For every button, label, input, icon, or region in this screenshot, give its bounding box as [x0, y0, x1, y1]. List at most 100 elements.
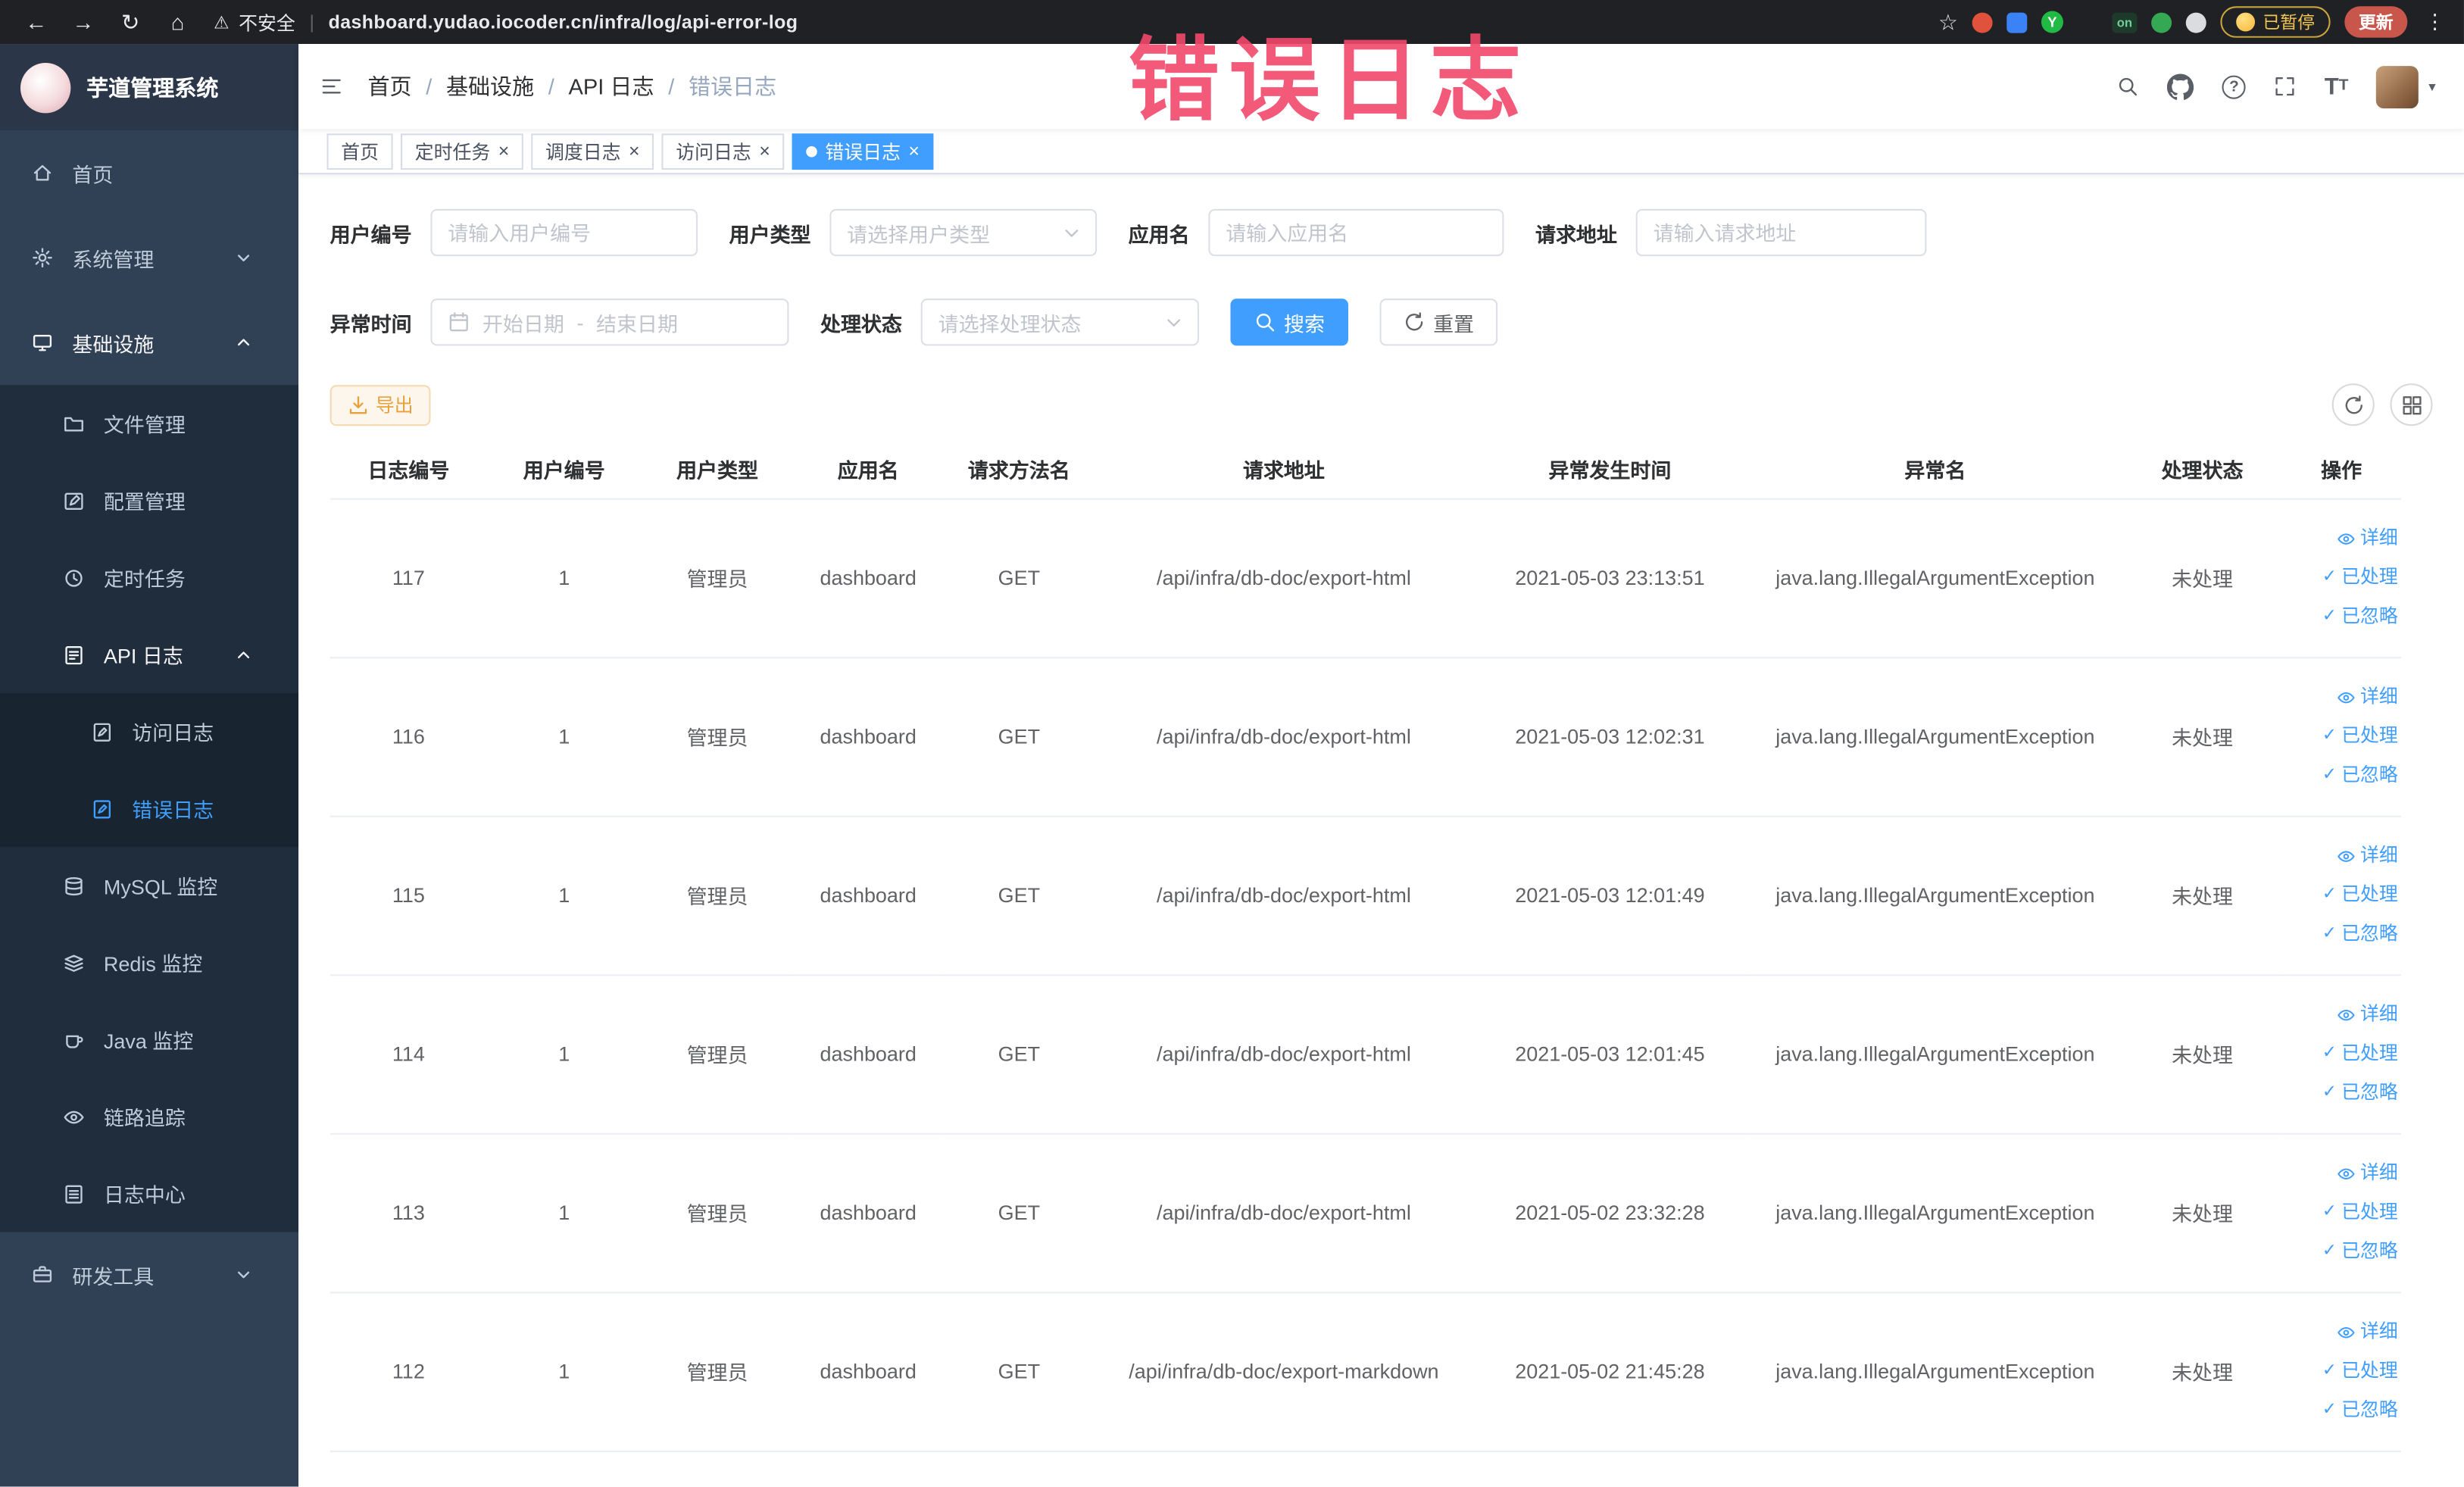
sidebar-item-home[interactable]: 首页 — [0, 130, 298, 215]
chevron-down-icon — [238, 255, 250, 262]
processed-link[interactable]: ✓ 已处理 — [2281, 717, 2398, 756]
ignored-link[interactable]: ✓ 已忽略 — [2281, 914, 2398, 954]
cell-app-name: dashboard — [793, 657, 943, 817]
cell-user-type: 管理员 — [641, 815, 794, 976]
sidebar-item-api-log[interactable]: API 日志 — [0, 616, 298, 693]
api-log-submenu: 访问日志 错误日志 — [0, 692, 299, 848]
sidebar-item-trace[interactable]: 链路追踪 — [0, 1078, 298, 1155]
close-icon[interactable]: × — [629, 142, 640, 161]
tab-home[interactable]: 首页 — [326, 133, 393, 170]
tab-access-log[interactable]: 访问日志 × — [661, 133, 785, 170]
app-name-label: 应用名 — [1128, 222, 1190, 246]
security-label: 不安全 — [239, 11, 295, 34]
sidebar-toggle-icon[interactable] — [320, 76, 342, 98]
ignored-link[interactable]: ✓ 已忽略 — [2281, 756, 2398, 795]
ignored-link[interactable]: ✓ 已忽略 — [2281, 597, 2398, 636]
date-range-picker[interactable]: 开始日期 - 结束日期 — [430, 298, 789, 346]
address-separator: | — [309, 11, 314, 33]
detail-link[interactable]: 详细 — [2281, 677, 2398, 717]
extension-on-icon[interactable]: on — [2112, 11, 2138, 33]
sidebar-item-infrastructure[interactable]: 基础设施 — [0, 300, 298, 385]
processed-link[interactable]: ✓ 已处理 — [2281, 1034, 2398, 1073]
detail-link[interactable]: 详细 — [2281, 519, 2398, 558]
sidebar-item-log-center[interactable]: 日志中心 — [0, 1155, 298, 1232]
close-icon[interactable]: × — [759, 142, 770, 161]
close-icon[interactable]: × — [498, 142, 510, 161]
breadcrumb-separator: / — [548, 73, 554, 99]
detail-link[interactable]: 详细 — [2281, 1154, 2398, 1193]
date-start-placeholder: 开始日期 — [482, 311, 564, 336]
process-status-select[interactable]: 请选择处理状态 — [920, 298, 1199, 346]
ignored-link[interactable]: ✓ 已忽略 — [2281, 1073, 2398, 1113]
fullscreen-icon[interactable] — [2274, 76, 2296, 98]
home-icon — [33, 164, 52, 181]
export-button[interactable]: 导出 — [329, 384, 431, 426]
user-menu[interactable]: ▾ — [2376, 65, 2436, 108]
browser-home-icon[interactable]: ⌂ — [157, 9, 198, 34]
processed-link[interactable]: ✓ 已处理 — [2281, 876, 2398, 915]
sidebar-item-redis-monitor[interactable]: Redis 监控 — [0, 924, 298, 1001]
processed-link[interactable]: ✓ 已处理 — [2281, 1193, 2398, 1232]
ignored-link[interactable]: ✓ 已忽略 — [2281, 1391, 2398, 1430]
sidebar-item-java-monitor[interactable]: Java 监控 — [0, 1001, 298, 1079]
browser-menu-icon[interactable]: ⋮ — [2422, 9, 2448, 34]
help-icon[interactable]: ? — [2222, 74, 2246, 98]
caret-down-icon: ▾ — [2428, 77, 2436, 94]
navbar-actions: ? TT ▾ — [2117, 65, 2436, 108]
back-icon[interactable]: ← — [16, 9, 57, 34]
sidebar-item-system[interactable]: 系统管理 — [0, 215, 298, 300]
detail-link[interactable]: 详细 — [2281, 995, 2398, 1034]
detail-link[interactable]: 详细 — [2281, 836, 2398, 876]
cell-exception-name: java.lang.IllegalArgumentException — [1747, 1292, 2123, 1451]
sidebar-item-access-log[interactable]: 访问日志 — [0, 693, 298, 770]
extension-paw-icon[interactable] — [2185, 11, 2206, 33]
search-button[interactable]: 搜索 — [1230, 298, 1349, 346]
github-icon[interactable] — [2167, 73, 2194, 99]
sidebar-item-cron-job[interactable]: 定时任务 — [0, 539, 298, 617]
url-text: dashboard.yudao.iocoder.cn/infra/log/api… — [328, 11, 798, 33]
breadcrumb-api-log[interactable]: API 日志 — [569, 70, 654, 102]
sidebar-item-config-management[interactable]: 配置管理 — [0, 462, 298, 539]
update-button[interactable]: 更新 — [2344, 6, 2408, 38]
sidebar-item-mysql-monitor[interactable]: MySQL 监控 — [0, 847, 298, 924]
paused-badge[interactable]: 已暂停 — [2220, 6, 2331, 38]
request-url-input[interactable] — [1635, 208, 1927, 257]
extension-blue-icon[interactable] — [2006, 11, 2028, 33]
user-type-select[interactable]: 请选择用户类型 — [829, 208, 1098, 257]
bookmark-star-icon[interactable]: ☆ — [1938, 8, 1958, 35]
address-bar[interactable]: ⚠ 不安全 | dashboard.yudao.iocoder.cn/infra… — [214, 8, 1932, 35]
chevron-up-icon — [238, 651, 250, 658]
close-icon[interactable]: × — [908, 142, 920, 161]
filter-form-row-1: 用户编号 用户类型 请选择用户类型 应用名 — [330, 208, 2433, 257]
sidebar-item-error-log[interactable]: 错误日志 — [0, 770, 298, 848]
breadcrumb-separator: / — [668, 73, 675, 99]
breadcrumb-infrastructure[interactable]: 基础设施 — [446, 70, 534, 102]
reset-button[interactable]: 重置 — [1379, 298, 1498, 346]
search-icon[interactable] — [2117, 76, 2139, 98]
cell-exception-time: 2021-05-02 23:32:28 — [1472, 1132, 1747, 1293]
extension-leaf-icon[interactable] — [2151, 11, 2172, 33]
extension-grid-icon[interactable] — [2078, 12, 2098, 33]
redis-stack-icon — [64, 954, 83, 971]
forward-icon[interactable]: → — [63, 9, 104, 34]
tab-cron-job[interactable]: 定时任务 × — [401, 133, 523, 170]
tab-error-log[interactable]: 错误日志 × — [792, 133, 934, 170]
processed-link[interactable]: ✓ 已处理 — [2281, 1351, 2398, 1391]
detail-link[interactable]: 详细 — [2281, 1312, 2398, 1351]
extension-yudao-icon[interactable]: Y — [2041, 11, 2063, 33]
font-size-icon[interactable]: TT — [2325, 75, 2349, 98]
refresh-table-button[interactable] — [2331, 383, 2375, 426]
user-id-input[interactable] — [430, 208, 698, 257]
sidebar-item-file-management[interactable]: 文件管理 — [0, 385, 298, 462]
sidebar-item-dev-tools[interactable]: 研发工具 — [0, 1232, 298, 1317]
cell-user-type: 管理员 — [641, 1292, 794, 1451]
breadcrumb-home[interactable]: 首页 — [367, 70, 411, 102]
ignored-link[interactable]: ✓ 已忽略 — [2281, 1232, 2398, 1271]
tab-schedule-log[interactable]: 调度日志 × — [531, 133, 654, 170]
extension-red-icon[interactable] — [1972, 11, 1993, 33]
processed-link[interactable]: ✓ 已处理 — [2281, 558, 2398, 597]
app-logo[interactable]: 芋道管理系统 — [0, 44, 299, 131]
reload-icon[interactable]: ↻ — [110, 8, 151, 35]
column-settings-button[interactable] — [2390, 383, 2433, 426]
app-name-input[interactable] — [1208, 208, 1504, 257]
